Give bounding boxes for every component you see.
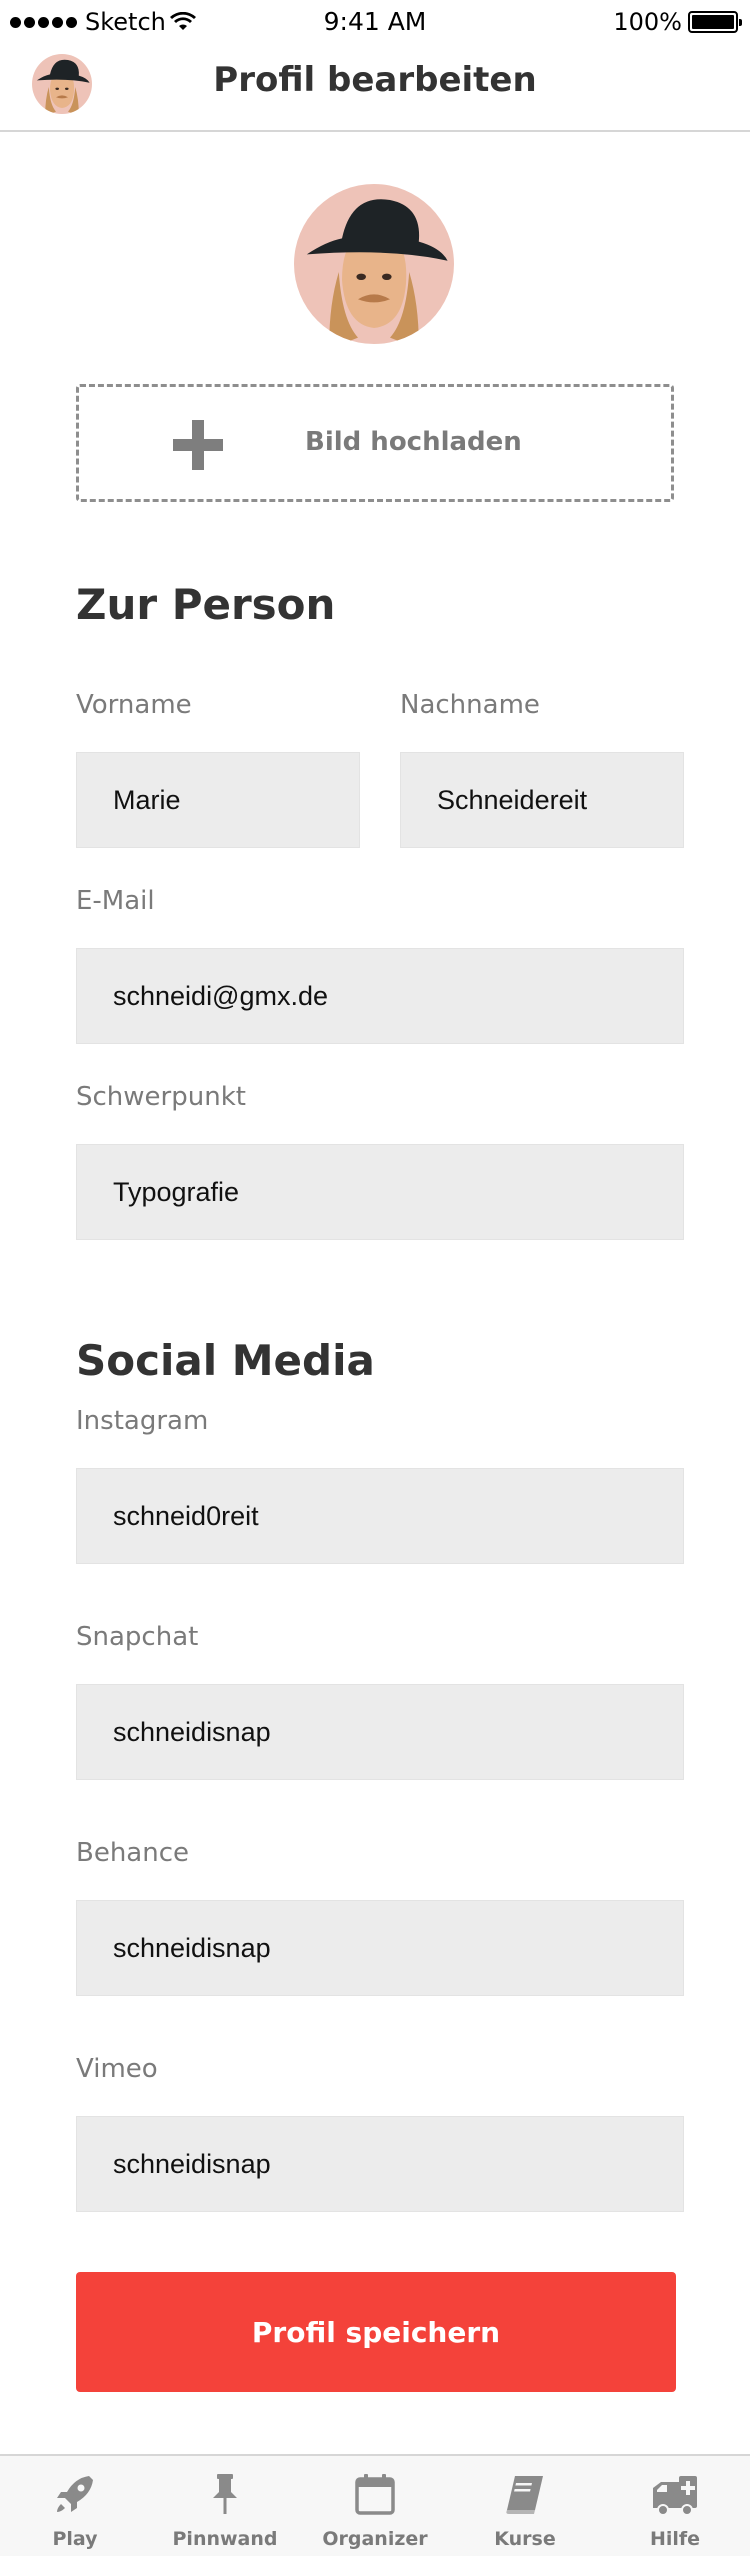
first-name-label: Vorname bbox=[76, 690, 192, 720]
behance-label: Behance bbox=[76, 1838, 190, 1868]
snapchat-input[interactable] bbox=[77, 1685, 683, 1779]
tab-label: Organizer bbox=[322, 2528, 428, 2550]
plus-icon bbox=[173, 420, 223, 470]
tab-pinnwand[interactable]: Pinnwand bbox=[150, 2456, 300, 2556]
pin-icon bbox=[213, 2474, 237, 2514]
focus-label: Schwerpunkt bbox=[76, 1082, 246, 1112]
instagram-label: Instagram bbox=[76, 1406, 209, 1436]
vimeo-label: Vimeo bbox=[76, 2054, 158, 2084]
section-title-person: Zur Person bbox=[76, 580, 336, 629]
focus-input[interactable] bbox=[77, 1145, 683, 1239]
upload-image-button[interactable]: Bild hochladen bbox=[76, 384, 674, 502]
tab-label: Pinnwand bbox=[172, 2528, 278, 2550]
tab-hilfe[interactable]: Hilfe bbox=[600, 2456, 750, 2556]
tab-kurse[interactable]: Kurse bbox=[450, 2456, 600, 2556]
battery-icon bbox=[688, 11, 742, 33]
first-name-field[interactable] bbox=[76, 752, 360, 848]
snapchat-field[interactable] bbox=[76, 1684, 684, 1780]
snapchat-label: Snapchat bbox=[76, 1622, 199, 1652]
tab-label: Play bbox=[52, 2528, 98, 2550]
tab-play[interactable]: Play bbox=[0, 2456, 150, 2556]
rocket-icon bbox=[57, 2476, 93, 2512]
ambulance-icon bbox=[653, 2476, 697, 2516]
status-right: 100% bbox=[613, 8, 742, 36]
last-name-field[interactable] bbox=[400, 752, 684, 848]
save-profile-button[interactable]: Profil speichern bbox=[76, 2272, 676, 2392]
email-input[interactable] bbox=[77, 949, 683, 1043]
tab-organizer[interactable]: Organizer bbox=[300, 2456, 450, 2556]
status-bar: Sketch 9:41 AM 100% bbox=[0, 0, 750, 40]
focus-field[interactable] bbox=[76, 1144, 684, 1240]
page-title: Profil bearbeiten bbox=[213, 60, 537, 100]
nav-bar: Profil bearbeiten bbox=[0, 40, 750, 132]
email-field[interactable] bbox=[76, 948, 684, 1044]
book-icon bbox=[506, 2476, 543, 2514]
vimeo-input[interactable] bbox=[77, 2117, 683, 2211]
last-name-label: Nachname bbox=[400, 690, 540, 720]
section-title-social: Social Media bbox=[76, 1336, 375, 1385]
battery-percent: 100% bbox=[613, 8, 682, 36]
instagram-field[interactable] bbox=[76, 1468, 684, 1564]
email-label: E-Mail bbox=[76, 886, 155, 916]
tab-label: Hilfe bbox=[649, 2528, 701, 2550]
first-name-input[interactable] bbox=[77, 753, 359, 847]
calendar-icon bbox=[355, 2474, 395, 2515]
behance-input[interactable] bbox=[77, 1901, 683, 1995]
profile-photo bbox=[294, 184, 454, 344]
instagram-input[interactable] bbox=[77, 1469, 683, 1563]
tab-label: Kurse bbox=[494, 2528, 556, 2550]
upload-label: Bild hochladen bbox=[305, 427, 522, 457]
behance-field[interactable] bbox=[76, 1900, 684, 1996]
tab-bar: Play Pinnwand Organizer Kurse Hilfe bbox=[0, 2454, 750, 2556]
vimeo-field[interactable] bbox=[76, 2116, 684, 2212]
last-name-input[interactable] bbox=[401, 753, 683, 847]
